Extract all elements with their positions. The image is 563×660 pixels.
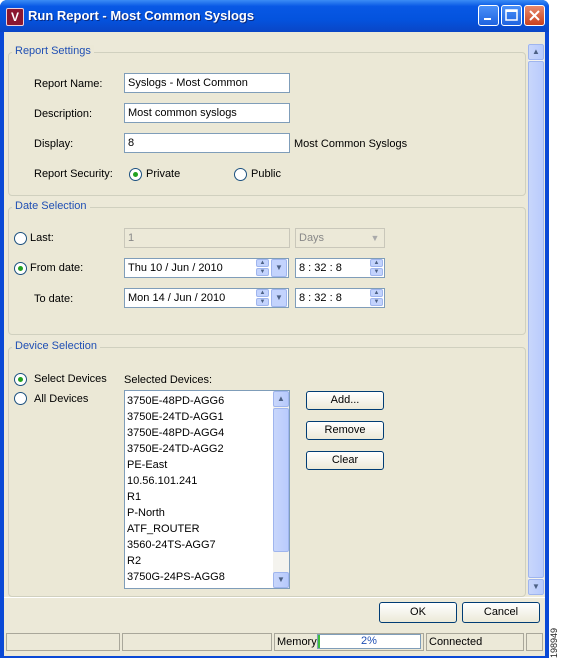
last-radio[interactable]	[14, 232, 27, 245]
to-date-label: To date:	[34, 293, 74, 305]
status-cell-1	[6, 633, 120, 651]
from-date-radio[interactable]	[14, 262, 27, 275]
from-date-radio-label[interactable]: From date:	[30, 262, 83, 274]
device-list-scroll-up-icon[interactable]: ▲	[273, 391, 289, 407]
from-time-spinner[interactable]: ▲ ▼	[370, 259, 383, 277]
close-button[interactable]	[524, 5, 545, 26]
main-scrollbar[interactable]: ▲ ▼	[528, 44, 544, 595]
minimize-icon	[484, 18, 491, 20]
memory-progress-bar: 2%	[317, 634, 421, 649]
to-time-spinner[interactable]: ▲ ▼	[370, 289, 383, 307]
device-list-item[interactable]: 3750E-48PD-AGG6	[125, 393, 273, 409]
to-date-spinner[interactable]: ▲ ▼	[256, 289, 269, 307]
connection-status: Connected	[426, 633, 524, 651]
selected-devices-label: Selected Devices:	[124, 374, 213, 386]
device-list-item[interactable]: ATF_ROUTER	[125, 521, 273, 537]
scroll-down-icon[interactable]: ▼	[528, 579, 544, 595]
figure-number: 198949	[549, 627, 559, 658]
device-list-item[interactable]: PE-East	[125, 457, 273, 473]
all-devices-radio[interactable]	[14, 392, 27, 405]
public-radio-label[interactable]: Public	[251, 168, 281, 180]
device-list-item[interactable]: R2	[125, 553, 273, 569]
device-list-item[interactable]: 3750G-24PS-AGG8	[125, 569, 273, 585]
footer-divider	[4, 597, 545, 598]
close-icon	[529, 10, 540, 21]
description-label: Description:	[34, 108, 93, 120]
last-unit-dropdown-icon[interactable]: ▼	[367, 230, 383, 246]
status-cell-2	[122, 633, 272, 651]
device-list-item[interactable]: 10.56.101.241	[125, 473, 273, 489]
device-list-item[interactable]: 3560-24TS-AGG7	[125, 537, 273, 553]
last-radio-label[interactable]: Last:	[30, 232, 54, 244]
report-name-label: Report Name:	[34, 78, 103, 90]
to-date-calendar-dropdown-icon[interactable]: ▼	[271, 289, 287, 307]
window-title: Run Report - Most Common Syslogs	[28, 8, 255, 23]
device-list-item[interactable]: R1	[125, 489, 273, 505]
minimize-button[interactable]	[478, 5, 499, 26]
device-list-item[interactable]: 3750E-48PD-AGG4	[125, 425, 273, 441]
maximize-button[interactable]	[501, 5, 522, 26]
scroll-up-icon[interactable]: ▲	[528, 44, 544, 60]
ok-button[interactable]: OK	[379, 602, 457, 623]
device-list-item[interactable]: P-North	[125, 505, 273, 521]
selected-devices-list[interactable]: 3750E-48PD-AGG6 3750E-24TD-AGG1 3750E-48PD…	[124, 390, 290, 589]
maximize-icon	[505, 9, 518, 21]
device-list-scrollbar[interactable]: ▲ ▼	[273, 391, 289, 588]
date-selection-title: Date Selection	[12, 200, 90, 212]
display-label: Display:	[34, 138, 74, 150]
from-date-calendar-dropdown-icon[interactable]: ▼	[271, 259, 287, 277]
select-devices-radio[interactable]	[14, 373, 27, 386]
add-button[interactable]: Add...	[306, 391, 384, 410]
description-field[interactable]: Most common syslogs	[124, 103, 290, 123]
from-date-spinner[interactable]: ▲ ▼	[256, 259, 269, 277]
title-bar[interactable]: V Run Report - Most Common Syslogs	[0, 0, 549, 32]
device-list-scroll-down-icon[interactable]: ▼	[273, 572, 289, 588]
device-list-item[interactable]: 3750E-24TD-AGG1	[125, 409, 273, 425]
display-field[interactable]: 8	[124, 133, 290, 153]
select-devices-radio-label[interactable]: Select Devices	[34, 373, 107, 385]
report-settings-title: Report Settings	[12, 45, 94, 57]
device-list-item[interactable]: 3750E-24TD-AGG2	[125, 441, 273, 457]
display-suffix-label: Most Common Syslogs	[294, 138, 408, 150]
status-bar: Memory: Connected	[4, 631, 545, 655]
report-name-field[interactable]: Syslogs - Most Common	[124, 73, 290, 93]
scrollbar-thumb[interactable]	[528, 61, 544, 578]
clear-button[interactable]: Clear	[306, 451, 384, 470]
device-selection-title: Device Selection	[12, 340, 100, 352]
last-value-field[interactable]: 1	[124, 228, 290, 248]
private-radio-label[interactable]: Private	[146, 168, 180, 180]
all-devices-radio-label[interactable]: All Devices	[34, 393, 88, 405]
device-list-scrollbar-thumb[interactable]	[273, 408, 289, 552]
report-security-label: Report Security:	[34, 168, 113, 180]
remove-button[interactable]: Remove	[306, 421, 384, 440]
public-radio[interactable]	[234, 168, 247, 181]
app-icon: V	[6, 8, 24, 26]
private-radio[interactable]	[129, 168, 142, 181]
resize-grip-icon[interactable]	[526, 633, 543, 651]
memory-percent: 2%	[361, 635, 377, 647]
cancel-button[interactable]: Cancel	[462, 602, 540, 623]
